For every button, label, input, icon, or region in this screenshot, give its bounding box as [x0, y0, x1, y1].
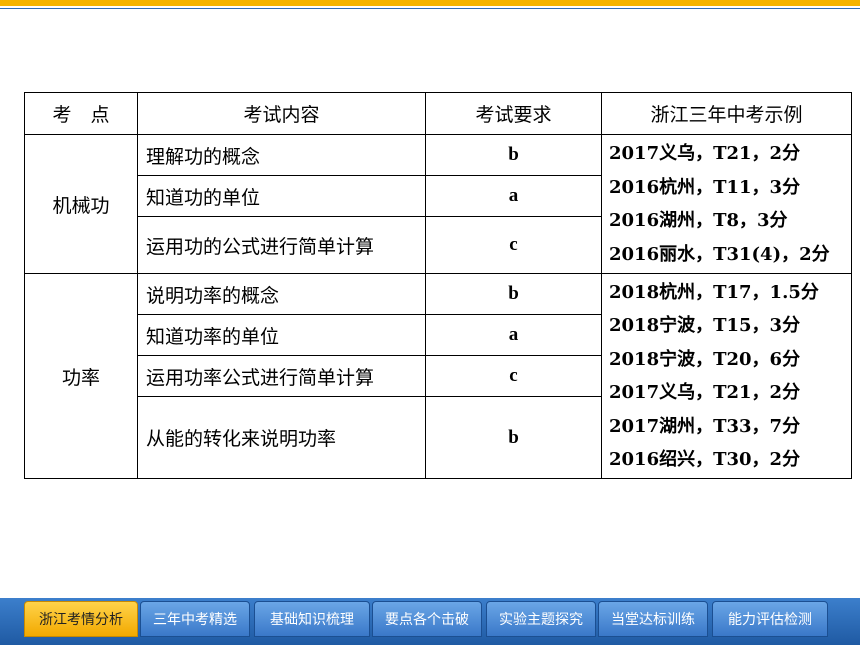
- content-cell: 知道功的单位: [137, 175, 426, 217]
- top-divider-line: [0, 8, 860, 9]
- table-row: 机械功 理解功的概念 b 2017义乌，T21，2分 2016杭州，T11，3分…: [24, 134, 852, 274]
- example-item: 2017义乌，T21，2分: [609, 143, 801, 164]
- requirement-cell: c: [425, 355, 602, 397]
- example-item: 2018宁波，T20，6分: [609, 348, 801, 370]
- examples-cell: 2017义乌，T21，2分 2016杭州，T11，3分 2016湖州，T8，3分…: [601, 134, 852, 274]
- tab-three-year-exams[interactable]: 三年中考精选: [140, 601, 250, 637]
- example-item: 2017湖州，T33，7分: [609, 415, 801, 437]
- content-cell: 理解功的概念: [137, 134, 426, 176]
- header-examples: 浙江三年中考示例: [601, 92, 852, 135]
- requirement-cell: c: [425, 216, 602, 274]
- examples-cell: 2018杭州，T17，1.5分 2018宁波，T15，3分 2018宁波，T20…: [601, 273, 852, 479]
- header-point: 考 点: [24, 92, 138, 135]
- bottom-navigation-bar: 浙江考情分析 三年中考精选 基础知识梳理 要点各个击破 实验主题探究 当堂达标训…: [0, 598, 860, 645]
- tab-basic-knowledge[interactable]: 基础知识梳理: [254, 601, 370, 637]
- requirement-cell: b: [425, 134, 602, 176]
- table-row: 功率 说明功率的概念 b 2018杭州，T17，1.5分 2018宁波，T15，…: [24, 273, 852, 479]
- content-cell: 运用功率公式进行简单计算: [137, 355, 426, 397]
- tab-ability-assessment[interactable]: 能力评估检测: [712, 601, 828, 637]
- requirement-cell: a: [425, 314, 602, 356]
- tab-in-class-training[interactable]: 当堂达标训练: [598, 601, 708, 637]
- example-item: 2016丽水，T31(4)，2分: [609, 243, 830, 265]
- tab-experiment[interactable]: 实验主题探究: [486, 601, 596, 637]
- tab-zhejiang-analysis[interactable]: 浙江考情分析: [24, 601, 138, 637]
- table-header-row: 考 点 考试内容 考试要求 浙江三年中考示例: [24, 92, 852, 135]
- point-cell: 功率: [24, 273, 138, 479]
- content-cell: 知道功率的单位: [137, 314, 426, 356]
- example-item: 2016绍兴，T30，2分: [609, 449, 801, 470]
- tab-key-points[interactable]: 要点各个击破: [372, 601, 482, 637]
- top-accent-bar: [0, 0, 860, 6]
- content-cell: 从能的转化来说明功率: [137, 396, 426, 479]
- point-cell: 机械功: [24, 134, 138, 274]
- requirement-cell: a: [425, 175, 602, 217]
- content-cell: 说明功率的概念: [137, 273, 426, 315]
- example-item: 2016湖州，T8，3分: [609, 210, 788, 231]
- exam-analysis-table: 考 点 考试内容 考试要求 浙江三年中考示例 机械功 理解功的概念 b 2017…: [24, 92, 852, 479]
- example-item: 2018杭州，T17，1.5分: [609, 281, 819, 303]
- example-item: 2018宁波，T15，3分: [609, 315, 801, 336]
- content-cell: 运用功的公式进行简单计算: [137, 216, 426, 274]
- requirement-cell: b: [425, 273, 602, 315]
- example-item: 2016杭州，T11，3分: [609, 176, 801, 198]
- header-requirement: 考试要求: [425, 92, 602, 135]
- requirement-cell: b: [425, 396, 602, 479]
- example-item: 2017义乌，T21，2分: [609, 382, 801, 403]
- header-content: 考试内容: [137, 92, 426, 135]
